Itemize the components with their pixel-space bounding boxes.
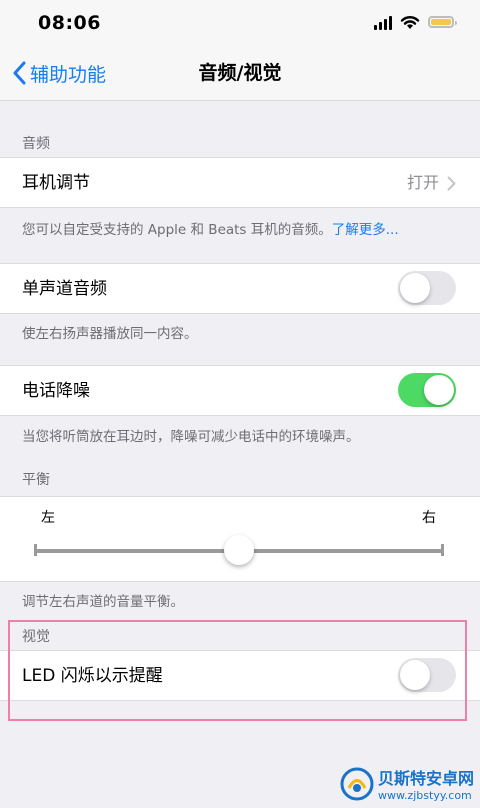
chevron-left-icon	[13, 61, 26, 85]
balance-slider-row: 左 右	[0, 496, 480, 582]
mono-audio-toggle[interactable]	[398, 271, 456, 305]
balance-slider-thumb[interactable]	[224, 535, 254, 565]
row-label: 耳机调节	[22, 173, 90, 193]
slider-left-tick	[34, 544, 37, 556]
headphone-footnote: 您可以自定受支持的 Apple 和 Beats 耳机的音频。了解更多...	[22, 222, 399, 238]
mono-audio-footnote: 使左右扬声器播放同一内容。	[22, 326, 198, 342]
row-value: 打开	[406, 173, 439, 192]
chevron-right-icon	[447, 176, 456, 190]
status-icons	[374, 14, 457, 30]
status-bar: 08:06	[0, 0, 480, 46]
balance-left-label: 左	[41, 510, 55, 526]
slider-right-tick	[441, 544, 444, 556]
watermark-logo-icon	[340, 767, 374, 800]
balance-footnote: 调节左右声道的音量平衡。	[22, 594, 184, 610]
battery-icon	[428, 16, 457, 28]
watermark: 贝斯特安卓网 www.zjbstyy.com	[340, 765, 474, 802]
learn-more-link[interactable]: 了解更多...	[332, 222, 399, 238]
section-header-balance: 平衡	[22, 472, 50, 488]
wifi-icon	[400, 15, 420, 29]
watermark-title: 贝斯特安卓网	[377, 769, 474, 788]
section-header-audio: 音频	[22, 136, 50, 152]
status-time: 08:06	[38, 12, 101, 34]
phone-noise-cancellation-row: 电话降噪	[0, 365, 480, 416]
balance-right-label: 右	[422, 510, 436, 526]
noise-cancellation-toggle[interactable]	[398, 373, 456, 407]
cellular-signal-icon	[374, 14, 392, 30]
row-label: 电话降噪	[22, 381, 90, 401]
noise-cancellation-footnote: 当您将听筒放在耳边时，降噪可减少电话中的环境噪声。	[22, 429, 360, 445]
back-button-label: 辅助功能	[30, 63, 107, 86]
navigation-bar: 音频/视觉 辅助功能	[0, 46, 480, 101]
highlight-annotation-box	[8, 620, 467, 721]
watermark-url: www.zjbstyy.com	[377, 789, 472, 802]
back-button[interactable]: 辅助功能	[12, 46, 106, 100]
headphone-accommodations-row[interactable]: 耳机调节 打开	[0, 157, 480, 208]
mono-audio-row: 单声道音频	[0, 263, 480, 314]
row-label: 单声道音频	[22, 279, 107, 299]
